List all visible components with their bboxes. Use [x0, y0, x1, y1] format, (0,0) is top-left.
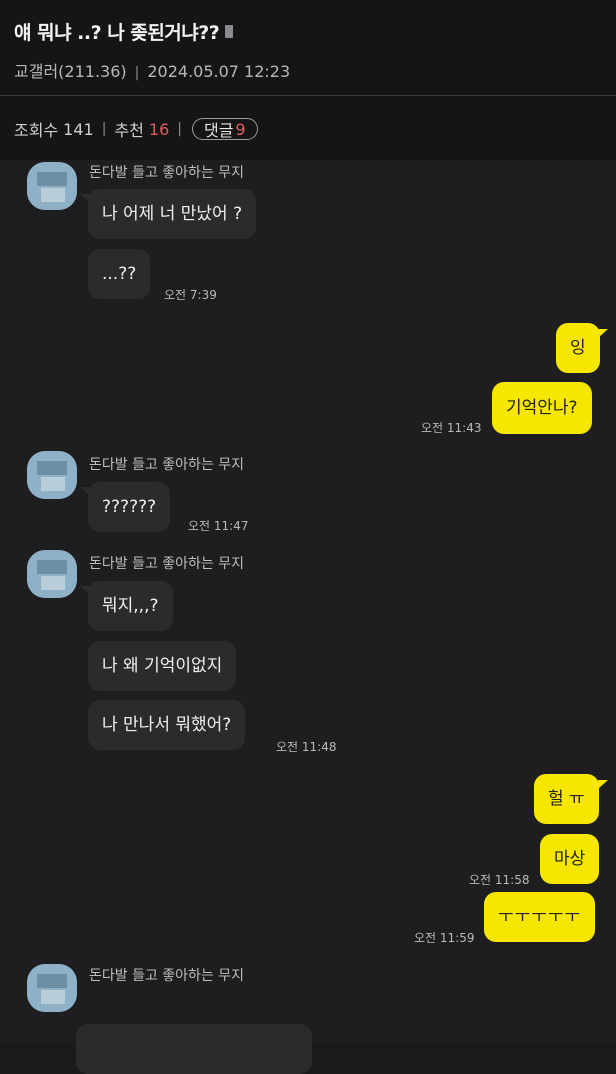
sender-avatar	[27, 550, 77, 598]
message-time: 오전 7:39	[164, 288, 217, 302]
my-message-bubble: 기억안나?	[492, 382, 592, 434]
post-meta: 교갤러(211.36) | 2024.05.07 12:23	[14, 58, 290, 82]
header-divider	[0, 95, 616, 96]
sender-name: 돈다발 들고 좋아하는 무지	[89, 457, 245, 473]
message-bubble-partial	[76, 1024, 312, 1074]
message-bubble: 뭐지,,,?	[88, 581, 173, 631]
comments-count: 9	[235, 119, 246, 139]
sender-name: 돈다발 들고 좋아하는 무지	[89, 556, 245, 572]
comments-button[interactable]: 댓글 9	[191, 118, 258, 140]
message-bubble: ??????	[88, 482, 171, 532]
my-message-bubble: ㅜㅜㅜㅜㅜ	[484, 892, 596, 942]
message-time: 오전 11:43	[421, 421, 482, 435]
post-title: 얘 뭐냐 ..? 나 좆된거냐??	[14, 18, 234, 45]
message-time: 오전 11:48	[276, 740, 337, 754]
message-bubble: 나 만나서 뭐했어?	[88, 700, 246, 750]
sender-avatar	[27, 162, 77, 210]
document-icon	[225, 25, 234, 38]
recommend-count: 16	[148, 119, 170, 139]
chat-screenshot: 돈다발 들고 좋아하는 무지 나 어제 너 만났어 ? ...?? 오전 7:3…	[0, 160, 616, 1074]
message-time: 오전 11:47	[188, 519, 249, 533]
my-message-bubble: 마상	[540, 834, 600, 884]
post-date: 2024.05.07 12:23	[147, 62, 291, 81]
post-stats: 조회수 141 | 추천 16 | 댓글 9	[14, 117, 258, 141]
sender-avatar	[27, 451, 77, 499]
my-message-bubble: 잉	[556, 323, 600, 373]
sender-name: 돈다발 들고 좋아하는 무지	[89, 968, 245, 984]
recommend-label: 추천	[114, 121, 144, 140]
post-title-text: 얘 뭐냐 ..? 나 좆된거냐??	[14, 22, 220, 44]
sender-avatar	[27, 964, 77, 1012]
meta-separator: |	[134, 65, 140, 81]
views-label: 조회수	[14, 121, 59, 140]
message-time: 오전 11:59	[414, 931, 475, 945]
message-time: 오전 11:58	[469, 873, 530, 887]
message-bubble: ...??	[88, 249, 151, 299]
post-header: 얘 뭐냐 ..? 나 좆된거냐?? 교갤러(211.36) | 2024.05.07…	[0, 0, 616, 160]
stats-separator: |	[177, 121, 182, 137]
post-author[interactable]: 교갤러(211.36)	[14, 62, 127, 81]
message-bubble: 나 어제 너 만났어 ?	[88, 189, 257, 239]
message-bubble: 나 왜 기억이없지	[88, 641, 237, 691]
comments-label: 댓글	[203, 121, 234, 140]
my-message-bubble: 헐 ㅠ	[534, 774, 599, 824]
views-count: 141	[63, 119, 94, 139]
stats-separator: |	[101, 121, 107, 137]
sender-name: 돈다발 들고 좋아하는 무지	[89, 165, 245, 181]
